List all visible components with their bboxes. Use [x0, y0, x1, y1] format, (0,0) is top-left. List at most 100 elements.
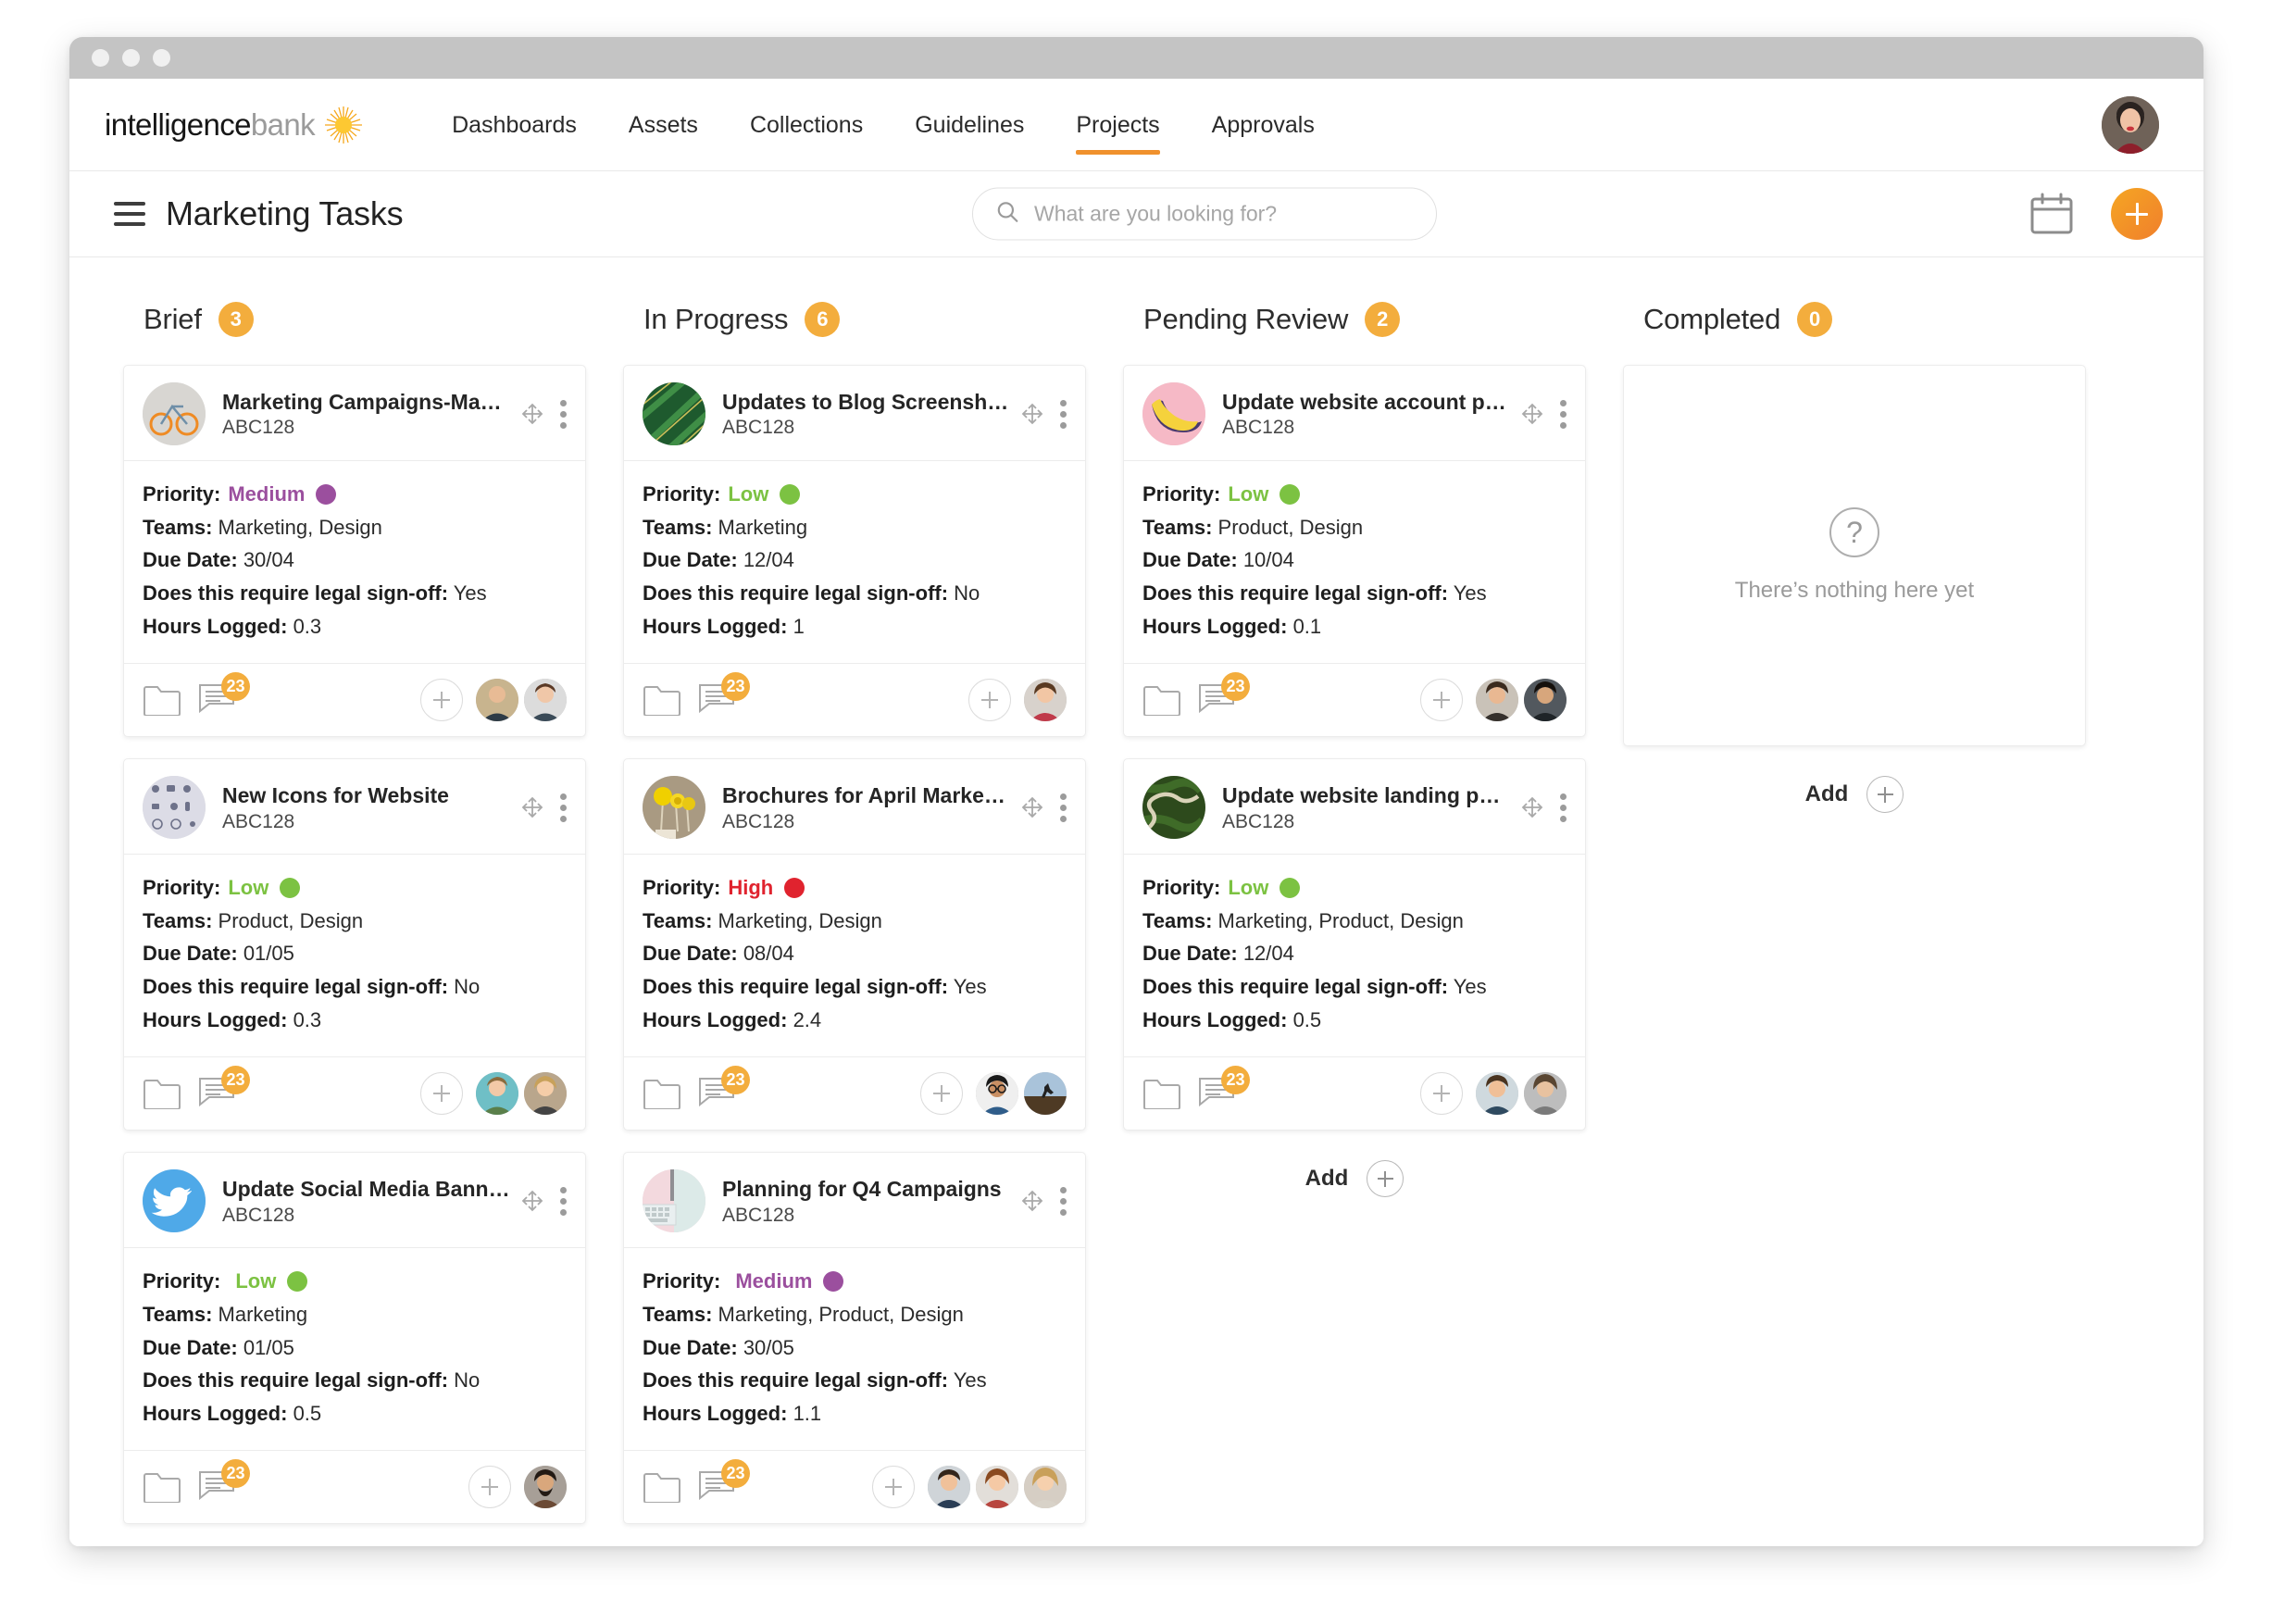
folder-icon[interactable] — [643, 685, 681, 717]
calendar-icon[interactable] — [2029, 193, 2074, 235]
task-thumbnail — [143, 776, 206, 840]
nav-item-collections[interactable]: Collections — [724, 106, 889, 144]
comments-button[interactable]: 23 — [198, 1065, 250, 1112]
assignee-avatar[interactable] — [476, 679, 518, 722]
folder-icon[interactable] — [143, 1472, 181, 1504]
task-card[interactable]: Marketing Campaigns-May 2019 ABC128 — [123, 365, 586, 738]
assignee-avatar[interactable] — [1024, 679, 1067, 722]
task-card[interactable]: Update website landing pages ABC128 Prio… — [1123, 758, 1586, 1131]
more-options-icon[interactable] — [558, 792, 568, 824]
task-teams-label: Teams: — [643, 1302, 713, 1326]
add-assignee-button[interactable] — [1420, 1072, 1463, 1116]
window-maximize-dot[interactable] — [153, 49, 170, 67]
folder-icon[interactable] — [1142, 1079, 1181, 1110]
add-assignee-button[interactable] — [920, 1072, 963, 1116]
add-new-button[interactable] — [2111, 188, 2163, 240]
window-minimize-dot[interactable] — [122, 49, 140, 67]
task-priority-value: Medium — [735, 1269, 813, 1293]
add-assignee-button[interactable] — [468, 1466, 511, 1509]
add-assignee-button[interactable] — [968, 679, 1011, 722]
window-close-dot[interactable] — [92, 49, 109, 67]
move-icon[interactable] — [519, 401, 545, 427]
more-options-icon[interactable] — [1558, 398, 1568, 431]
more-options-icon[interactable] — [558, 1185, 568, 1218]
folder-icon[interactable] — [643, 1079, 681, 1110]
move-icon[interactable] — [1019, 1188, 1045, 1214]
task-priority-dot — [1280, 483, 1301, 505]
comment-count-badge: 23 — [721, 1065, 750, 1094]
comments-button[interactable]: 23 — [1198, 671, 1250, 718]
task-teams-value: Marketing, Design — [218, 515, 382, 539]
move-icon[interactable] — [519, 1188, 545, 1214]
move-icon[interactable] — [519, 794, 545, 820]
comments-button[interactable]: 23 — [698, 671, 750, 718]
add-assignee-button[interactable] — [872, 1466, 915, 1509]
more-options-icon[interactable] — [1058, 792, 1068, 824]
task-teams-row: Teams: Marketing, Product, Design — [1142, 905, 1567, 938]
add-assignee-button[interactable] — [420, 679, 463, 722]
more-options-icon[interactable] — [1058, 1185, 1068, 1218]
nav-item-projects[interactable]: Projects — [1050, 106, 1185, 155]
assignee-avatar[interactable] — [928, 1466, 970, 1509]
column-count-badge: 3 — [218, 302, 254, 337]
brand-logo[interactable]: intelligencebank — [105, 106, 363, 144]
move-icon[interactable] — [1019, 401, 1045, 427]
folder-icon[interactable] — [1142, 685, 1181, 717]
assignee-avatar[interactable] — [1024, 1072, 1067, 1116]
folder-icon[interactable] — [143, 685, 181, 717]
task-card[interactable]: New Icons for Website ABC128 Priority: L… — [123, 758, 586, 1131]
search-bar[interactable] — [972, 187, 1437, 241]
task-card-actions — [519, 1185, 568, 1218]
move-icon[interactable] — [1019, 794, 1045, 820]
assignee-avatar[interactable] — [476, 1072, 518, 1116]
task-titles: Updates to Blog Screenshots ABC128 — [722, 389, 1012, 440]
task-card-footer: 23 — [624, 663, 1085, 736]
task-hours-row: Hours Logged: 1 — [643, 610, 1067, 643]
comments-button[interactable]: 23 — [698, 1458, 750, 1505]
task-card[interactable]: Planning for Q4 Campaigns ABC128 Priorit… — [623, 1152, 1086, 1525]
nav-item-guidelines[interactable]: Guidelines — [889, 106, 1050, 144]
add-assignee-button[interactable] — [420, 1072, 463, 1116]
comments-button[interactable]: 23 — [698, 1065, 750, 1112]
move-icon[interactable] — [1519, 401, 1545, 427]
task-legal-label: Does this require legal sign-off: — [143, 975, 449, 998]
task-hours-row: Hours Logged: 0.1 — [1142, 610, 1567, 643]
task-card[interactable]: Update website account page ABC128 Prior… — [1123, 365, 1586, 738]
task-card[interactable]: Updates to Blog Screenshots ABC128 Prior… — [623, 365, 1086, 738]
column-brief: Brief 3 Marketing Campaigns-May 2 ABC128… — [123, 302, 623, 1546]
folder-icon[interactable] — [643, 1472, 681, 1504]
assignee-avatar[interactable] — [1476, 679, 1518, 722]
assignee-avatar[interactable] — [524, 1072, 567, 1116]
comments-button[interactable]: 23 — [1198, 1065, 1250, 1112]
assignee-avatar[interactable] — [1524, 679, 1567, 722]
comments-button[interactable]: 23 — [198, 1458, 250, 1505]
add-card-button[interactable]: Add — [1123, 1160, 1586, 1198]
more-options-icon[interactable] — [1058, 398, 1068, 431]
assignee-avatar[interactable] — [524, 1466, 567, 1509]
assignee-avatar[interactable] — [1024, 1466, 1067, 1509]
search-input[interactable] — [1034, 201, 1414, 227]
assignee-avatar[interactable] — [976, 1466, 1018, 1509]
assignee-avatar[interactable] — [524, 679, 567, 722]
assignee-avatar[interactable] — [1524, 1072, 1567, 1116]
task-card[interactable]: Brochures for April Marketing ABC128 Pri… — [623, 758, 1086, 1131]
assignee-avatar[interactable] — [1476, 1072, 1518, 1116]
folder-icon[interactable] — [143, 1079, 181, 1110]
nav-item-dashboards[interactable]: Dashboards — [426, 106, 603, 144]
add-assignee-button[interactable] — [1420, 679, 1463, 722]
nav-item-assets[interactable]: Assets — [603, 106, 724, 144]
assignee-avatar[interactable] — [976, 1072, 1018, 1116]
task-thumbnail — [643, 776, 705, 840]
more-options-icon[interactable] — [1558, 792, 1568, 824]
user-avatar[interactable] — [2102, 95, 2159, 154]
task-card[interactable]: Update Social Media Banners ABC128 Prior… — [123, 1152, 586, 1525]
hamburger-icon[interactable] — [114, 202, 145, 226]
nav-item-approvals[interactable]: Approvals — [1186, 106, 1341, 144]
task-legal-row: Does this require legal sign-off: Yes — [143, 577, 567, 610]
more-options-icon[interactable] — [558, 398, 568, 431]
comments-button[interactable]: 23 — [198, 671, 250, 718]
move-icon[interactable] — [1519, 794, 1545, 820]
task-due-label: Due Date: — [643, 548, 738, 572]
task-assignees — [1420, 1072, 1567, 1116]
add-card-button[interactable]: Add — [1623, 776, 2086, 813]
